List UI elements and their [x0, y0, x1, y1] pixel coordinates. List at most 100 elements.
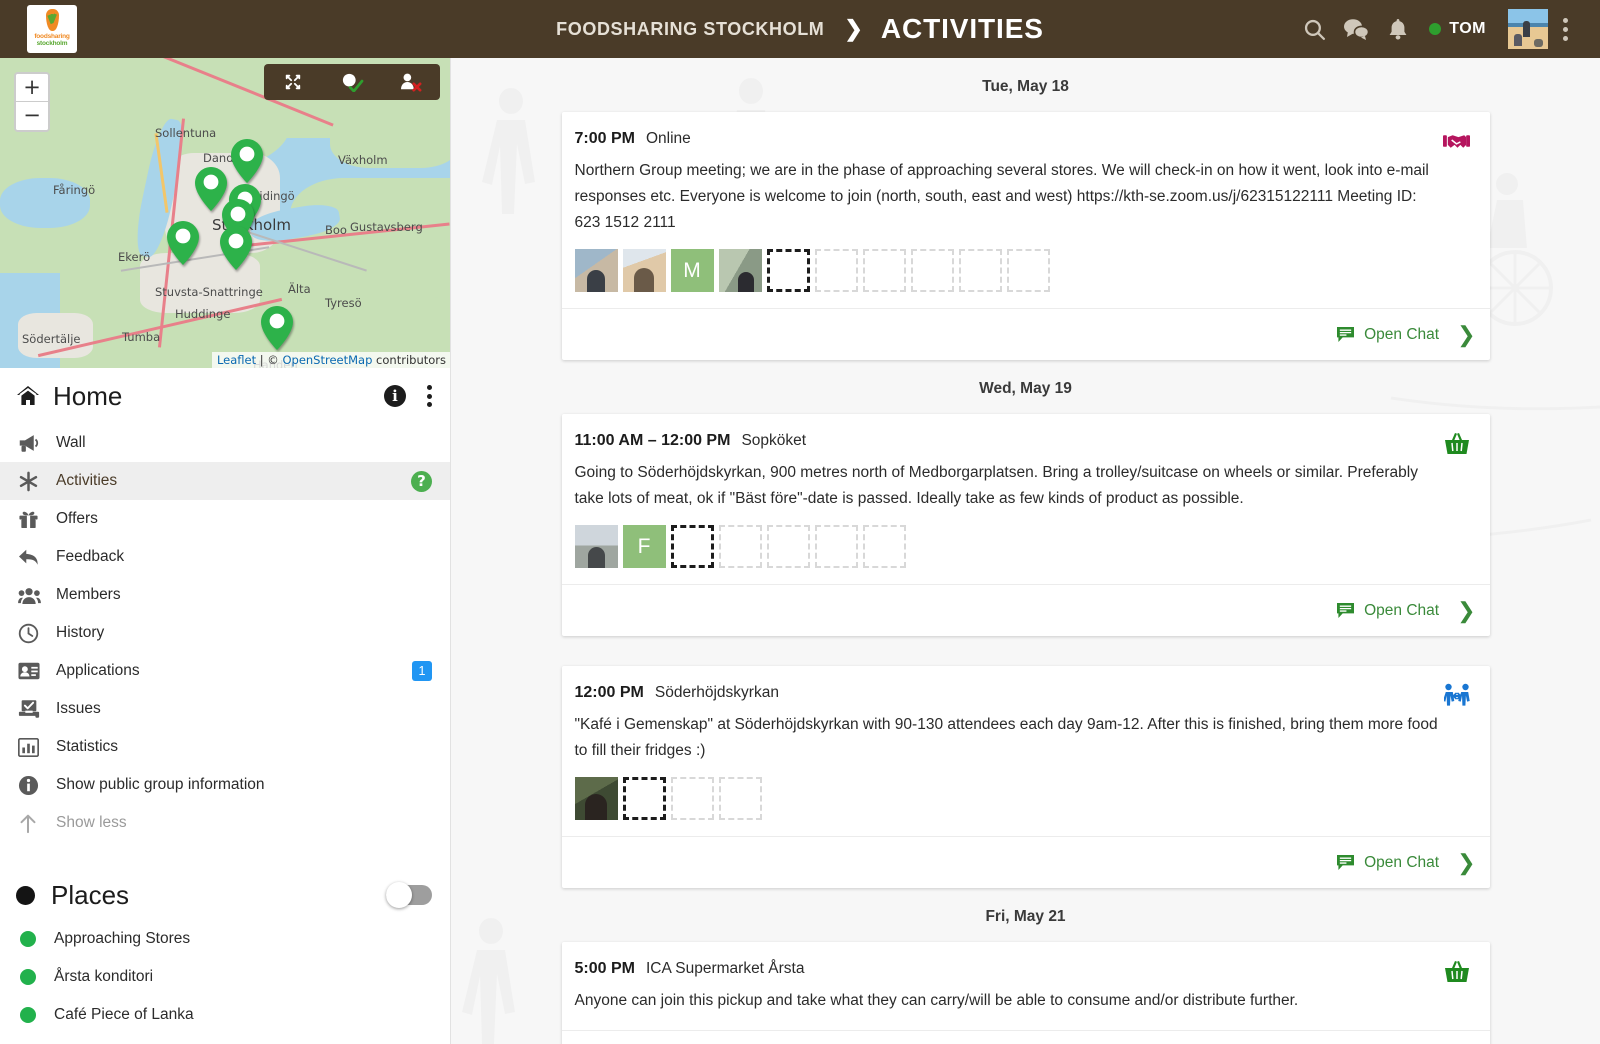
- map-toolbar: [264, 64, 440, 100]
- participant-avatar[interactable]: [575, 249, 618, 292]
- places-toggle[interactable]: [386, 885, 432, 905]
- app-logo[interactable]: foodsharing stockholm: [27, 5, 77, 53]
- open-chat-button[interactable]: Open Chat❯: [1336, 850, 1475, 876]
- place-item[interactable]: Café Piece of Lanka: [0, 996, 450, 1034]
- breadcrumb-group[interactable]: FOODSHARING STOCKHOLM: [556, 19, 824, 40]
- sidebar-item-applications[interactable]: Applications1: [0, 652, 450, 690]
- activity-description: Northern Group meeting; we are in the ph…: [575, 158, 1468, 236]
- activity-description: "Kafé i Gemenskap" at Söderhöjdskyrkan w…: [575, 712, 1468, 764]
- participant-slots: M: [575, 249, 1468, 292]
- place-item[interactable]: Årsta konditori: [0, 958, 450, 996]
- sidebar-item-statistics[interactable]: Statistics: [0, 728, 450, 766]
- kebab-menu-icon[interactable]: [1548, 8, 1582, 50]
- notification-bell-icon[interactable]: [1377, 8, 1419, 50]
- place-item[interactable]: Approaching Stores: [0, 920, 450, 958]
- leaflet-link[interactable]: Leaflet: [217, 353, 256, 367]
- sidebar-item-issues[interactable]: Issues: [0, 690, 450, 728]
- attr-suffix: contributors: [372, 353, 446, 367]
- osm-link[interactable]: OpenStreetMap: [282, 353, 372, 367]
- user-status-chip[interactable]: TOM: [1429, 20, 1486, 38]
- participant-avatar[interactable]: [575, 777, 618, 820]
- sidebar-item-feedback[interactable]: Feedback: [0, 538, 450, 576]
- activity-place: Sopköket: [741, 432, 806, 450]
- sidebar: + −: [0, 58, 451, 1044]
- activity-card[interactable]: 5:00 PMICA Supermarket ÅrstaAnyone can j…: [562, 942, 1490, 1044]
- map-pin[interactable]: [219, 225, 253, 271]
- join-slot[interactable]: [767, 249, 810, 292]
- handshake-icon: [1442, 126, 1472, 156]
- open-slot: [1007, 249, 1050, 292]
- map-pin[interactable]: [260, 305, 294, 351]
- places-dot-icon: [16, 886, 35, 905]
- breadcrumb: FOODSHARING STOCKHOLM ❯ ACTIVITIES: [556, 13, 1044, 45]
- help-badge[interactable]: ?: [411, 471, 432, 492]
- participant-avatar[interactable]: [575, 525, 618, 568]
- activity-description: Going to Söderhöjdskyrkan, 900 metres no…: [575, 460, 1468, 512]
- open-chat-button[interactable]: Open Chat❯: [1336, 322, 1475, 348]
- asterisk-icon: [18, 471, 44, 492]
- activity-card[interactable]: 11:00 AM – 12:00 PM Sopköket Going to Söde…: [562, 414, 1490, 636]
- sidebar-item-wall[interactable]: Wall: [0, 424, 450, 462]
- attr-sep: | ©: [256, 353, 282, 367]
- participant-avatar[interactable]: [623, 249, 666, 292]
- chat-bubbles-icon[interactable]: [1335, 8, 1377, 50]
- sidebar-item-offers[interactable]: Offers: [0, 500, 450, 538]
- chevron-right-icon[interactable]: ❯: [1457, 850, 1475, 876]
- sidebar-item-show-public-group-information[interactable]: Show public group information: [0, 766, 450, 804]
- open-slot: [719, 777, 762, 820]
- open-chat-button[interactable]: Open Chat❯: [1336, 598, 1475, 624]
- activity-time: 5:00 PM: [575, 960, 635, 978]
- chevron-right-icon[interactable]: ❯: [1457, 598, 1475, 624]
- group-header: Home i: [0, 368, 450, 424]
- user-name: TOM: [1449, 20, 1486, 38]
- activity-card[interactable]: 12:00 PMSöderhöjdskyrkan"Kafé i Gemenska…: [562, 666, 1490, 888]
- gift-icon: [18, 509, 44, 529]
- participant-avatar[interactable]: [719, 249, 762, 292]
- breadcrumb-separator-icon: ❯: [844, 18, 862, 40]
- places-map[interactable]: + −: [0, 58, 451, 368]
- zoom-out-button[interactable]: −: [16, 102, 48, 130]
- info-circle-icon[interactable]: i: [384, 385, 406, 407]
- map-label: Södertälje: [22, 332, 80, 346]
- show-places-icon[interactable]: [323, 64, 382, 100]
- sidebar-item-show-less[interactable]: Show less: [0, 804, 450, 842]
- activity-time: 11:00 AM – 12:00 PM: [575, 432, 731, 450]
- search-icon[interactable]: [1293, 8, 1335, 50]
- map-label: Gustavsberg: [350, 220, 423, 234]
- activity-card[interactable]: 7:00 PMOnlineNorthern Group meeting; we …: [562, 112, 1490, 360]
- date-header: Wed, May 19: [451, 360, 1600, 414]
- activity-body: 12:00 PMSöderhöjdskyrkan"Kafé i Gemenska…: [562, 666, 1490, 836]
- map-zoom-controls[interactable]: + −: [14, 72, 50, 132]
- carrot-icon: [46, 9, 59, 31]
- participant-avatar-initial[interactable]: M: [671, 249, 714, 292]
- open-slot: [959, 249, 1002, 292]
- chevron-right-icon[interactable]: ❯: [1457, 322, 1475, 348]
- avatar[interactable]: [1508, 9, 1548, 49]
- map-label: Växholm: [338, 153, 388, 167]
- chat-lines-icon: [1336, 854, 1355, 871]
- fullscreen-icon[interactable]: [264, 64, 323, 100]
- join-slot[interactable]: [623, 777, 666, 820]
- map-pin[interactable]: [230, 138, 264, 184]
- sidebar-item-activities[interactable]: Activities?: [0, 462, 450, 500]
- activity-body: 5:00 PMICA Supermarket ÅrstaAnyone can j…: [562, 942, 1490, 1030]
- map-pin[interactable]: [166, 220, 200, 266]
- open-slot: [767, 525, 810, 568]
- zoom-in-button[interactable]: +: [16, 74, 48, 102]
- sidebar-item-label: Applications: [56, 662, 412, 680]
- hide-users-icon[interactable]: [381, 64, 440, 100]
- page-title: ACTIVITIES: [881, 13, 1044, 45]
- sidebar-item-members[interactable]: Members: [0, 576, 450, 614]
- activity-description: Anyone can join this pickup and take wha…: [575, 988, 1468, 1014]
- group-title: Home: [53, 381, 384, 412]
- open-slot: [863, 249, 906, 292]
- sidebar-item-history[interactable]: History: [0, 614, 450, 652]
- open-slot: [863, 525, 906, 568]
- place-status-dot: [20, 931, 36, 947]
- sidebar-item-label: Show less: [56, 814, 432, 832]
- activity-footer: Open Chat❯: [562, 1030, 1490, 1044]
- kebab-menu-icon[interactable]: [427, 385, 432, 407]
- join-slot[interactable]: [671, 525, 714, 568]
- open-slot: [911, 249, 954, 292]
- participant-avatar-initial[interactable]: F: [623, 525, 666, 568]
